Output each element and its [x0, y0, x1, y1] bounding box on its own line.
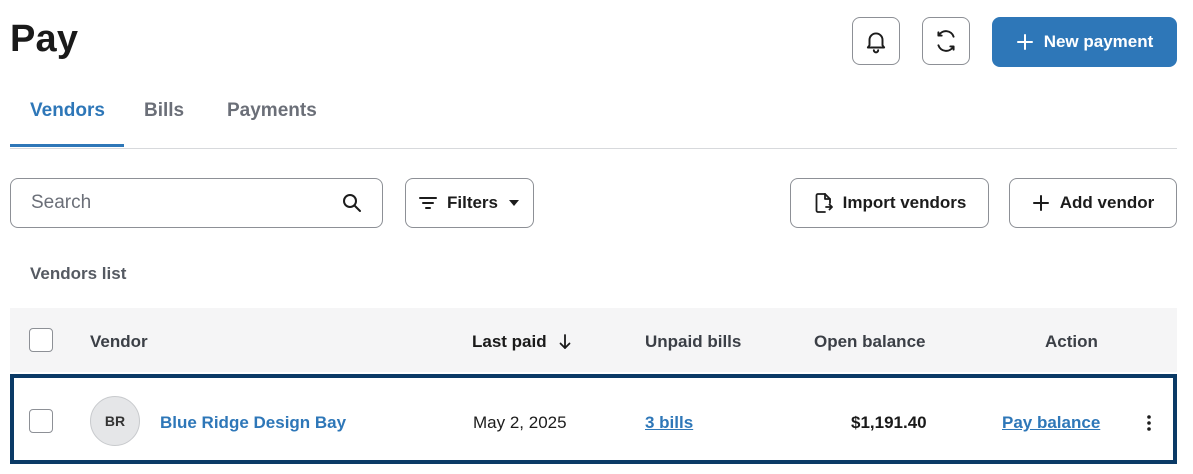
select-all-checkbox[interactable] [29, 328, 53, 352]
caret-down-icon [509, 200, 520, 206]
tab-bills[interactable]: Bills [144, 100, 184, 122]
refresh-icon [937, 30, 955, 52]
vendors-list-heading: Vendors list [30, 264, 127, 283]
tab-payments[interactable]: Payments [227, 100, 317, 122]
active-tab-indicator [10, 144, 124, 147]
table-row[interactable]: BR Blue Ridge Design Bay May 2, 2025 3 b… [10, 374, 1177, 464]
new-payment-button[interactable]: New payment [992, 17, 1177, 67]
column-header-action: Action [1045, 332, 1098, 351]
import-vendors-button[interactable]: Import vendors [790, 178, 989, 228]
open-balance-value: $1,191.40 [851, 413, 927, 432]
notifications-button[interactable] [852, 17, 900, 65]
search-icon [343, 194, 361, 212]
column-header-unpaid-bills[interactable]: Unpaid bills [645, 332, 741, 352]
import-vendors-label: Import vendors [842, 193, 967, 212]
vendor-name-link[interactable]: Blue Ridge Design Bay [160, 413, 346, 433]
row-checkbox[interactable] [29, 409, 53, 433]
page-title: Pay [10, 18, 79, 60]
column-header-vendor[interactable]: Vendor [90, 332, 148, 352]
pay-balance-link[interactable]: Pay balance [1002, 413, 1100, 433]
avatar: BR [90, 396, 140, 446]
tab-bar: Vendors Bills Payments [10, 88, 1177, 149]
column-header-open-balance[interactable]: Open balance [814, 332, 925, 352]
refresh-button[interactable] [922, 17, 970, 65]
bell-icon [866, 32, 886, 54]
column-header-last-paid[interactable]: Last paid [472, 332, 571, 352]
row-more-options-button[interactable] [1134, 408, 1164, 438]
filters-button[interactable]: Filters [405, 178, 534, 228]
import-file-icon [815, 193, 833, 213]
search-input[interactable]: Search [10, 178, 383, 228]
last-paid-date: May 2, 2025 [473, 413, 567, 432]
last-paid-label: Last paid [472, 332, 547, 351]
plus-icon [1016, 34, 1033, 50]
more-vertical-icon [1147, 415, 1151, 431]
new-payment-label: New payment [1043, 32, 1154, 51]
filters-label: Filters [446, 193, 499, 212]
add-vendor-label: Add vendor [1059, 193, 1155, 212]
add-vendor-button[interactable]: Add vendor [1009, 178, 1177, 228]
filter-icon [418, 197, 437, 209]
search-placeholder: Search [31, 192, 92, 213]
table-header: Vendor Last paid Unpaid bills Open balan… [10, 308, 1177, 372]
unpaid-bills-link[interactable]: 3 bills [645, 413, 693, 433]
sort-down-arrow-icon [559, 334, 571, 349]
tab-vendors[interactable]: Vendors [30, 100, 105, 122]
plus-icon [1032, 195, 1049, 211]
